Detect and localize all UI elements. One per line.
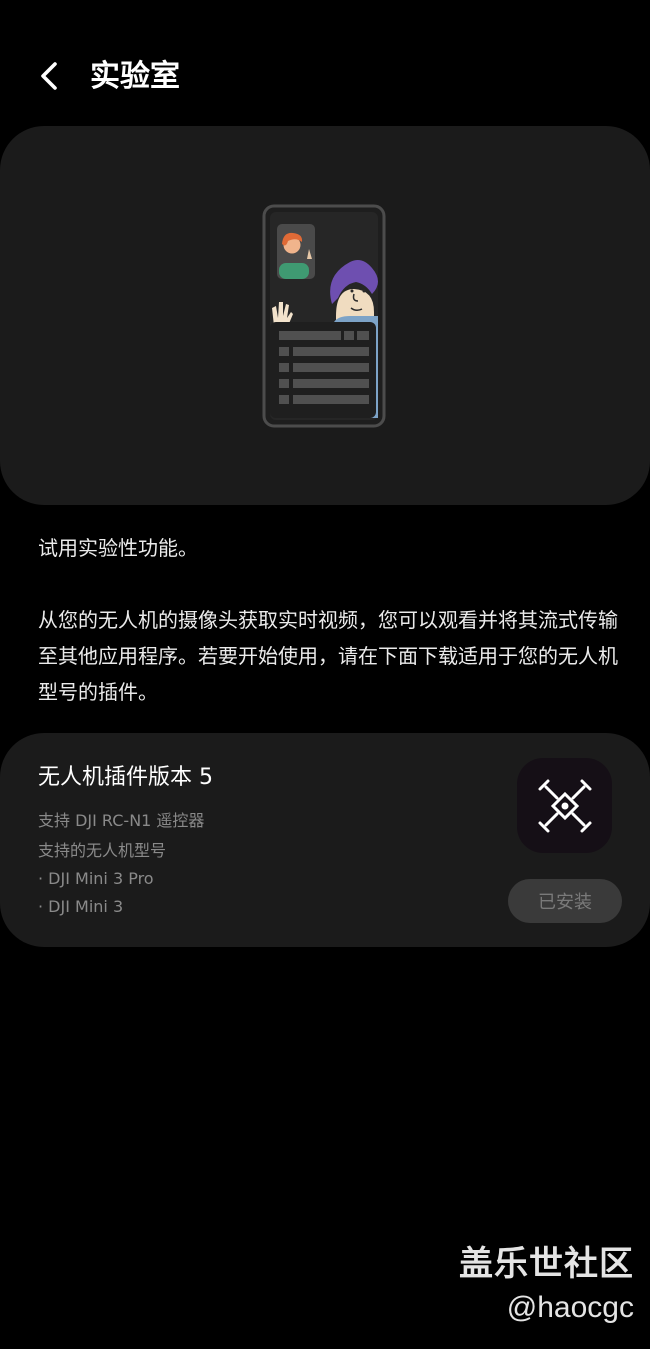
plugin-controller-support: 支持 DJI RC-N1 遥控器 (38, 811, 205, 830)
plugin-title: 无人机插件版本 5 (38, 765, 213, 790)
plugin-icon-tile (517, 758, 612, 853)
app-header: 实验室 (0, 40, 650, 116)
intro-summary: 试用实验性功能。 (38, 536, 198, 560)
watermark-name: 盖乐世社区 (459, 1244, 634, 1284)
video-call-phone-illustration (262, 204, 386, 428)
plugin-models-heading: 支持的无人机型号 (38, 841, 167, 860)
back-button[interactable] (26, 52, 74, 100)
plugin-model-item: · DJI Mini 3 Pro (38, 869, 154, 888)
installed-button[interactable]: 已安装 (508, 879, 622, 923)
hero-card (0, 126, 650, 505)
drone-icon (538, 779, 591, 832)
plugin-model-item: · DJI Mini 3 (38, 897, 124, 916)
intro-description: 从您的无人机的摄像头获取实时视频，您可以观看并将其流式传输至其他应用程序。若要开… (38, 608, 618, 704)
chevron-left-icon (41, 62, 57, 90)
watermark: 盖乐世社区 @haocgc (459, 1240, 634, 1328)
plugin-card: 无人机插件版本 5 支持 DJI RC-N1 遥控器 支持的无人机型号 · DJ… (0, 733, 650, 947)
page-title: 实验室 (90, 59, 180, 94)
intro-text: 试用实验性功能。 从您的无人机的摄像头获取实时视频，您可以观看并将其流式传输至其… (38, 530, 618, 710)
watermark-handle: @haocgc (506, 1291, 634, 1324)
